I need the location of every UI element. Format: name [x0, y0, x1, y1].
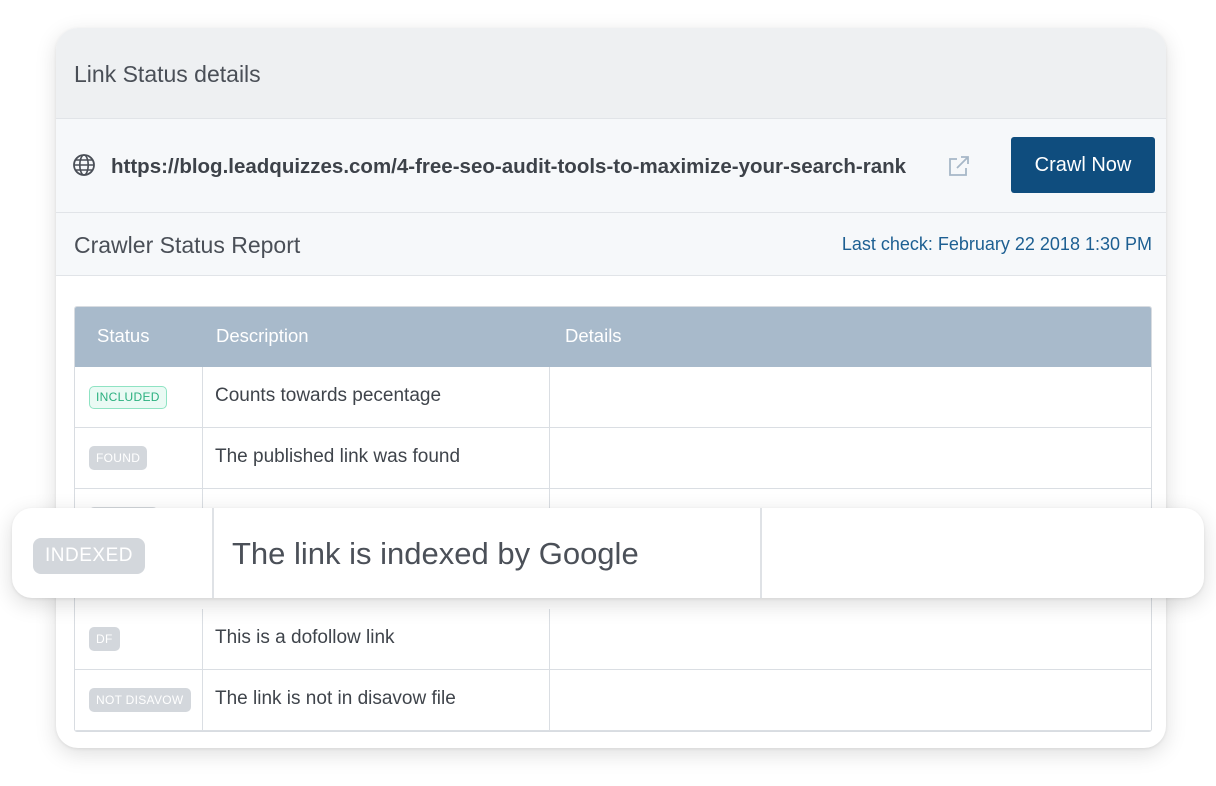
highlighted-row-indexed: INDEXED The link is indexed by Google: [12, 508, 1204, 598]
table-row: DF This is a dofollow link: [75, 609, 1151, 670]
globe-icon: [73, 154, 95, 176]
status-badge: DF: [89, 627, 120, 651]
table-row: FOUND The published link was found: [75, 428, 1151, 489]
row-description: The link is not in disavow file: [215, 688, 456, 709]
table-row: INCLUDED Counts towards pecentage: [75, 367, 1151, 428]
panel-header: Link Status details: [56, 28, 1166, 119]
link-url[interactable]: https://blog.leadquizzes.com/4-free-seo-…: [111, 155, 906, 179]
table-header: Status Description Details: [75, 307, 1151, 367]
table-row: NOT DISAVOW The link is not in disavow f…: [75, 670, 1151, 731]
status-badge: INCLUDED: [89, 386, 167, 409]
header-description: Description: [216, 325, 309, 346]
header-details: Details: [565, 325, 622, 346]
crawl-now-button[interactable]: Crawl Now: [1011, 137, 1155, 193]
row-description: Counts towards pecentage: [215, 385, 442, 406]
row-description: This is a dofollow link: [215, 627, 395, 648]
report-header: Crawler Status Report Last check: Februa…: [56, 213, 1166, 276]
row-description: The link is indexed by Google: [232, 536, 639, 571]
url-row: https://blog.leadquizzes.com/4-free-seo-…: [56, 119, 1166, 213]
status-badge: INDEXED: [33, 538, 145, 574]
report-title: Crawler Status Report: [74, 232, 301, 258]
panel-title: Link Status details: [74, 61, 261, 87]
header-status: Status: [97, 325, 150, 346]
external-link-icon[interactable]: [946, 153, 972, 179]
last-check-timestamp: Last check: February 22 2018 1:30 PM: [841, 234, 1152, 254]
link-status-panel: Link Status details https://blog.leadqui…: [56, 28, 1166, 748]
status-badge: NOT DISAVOW: [89, 688, 191, 712]
row-description: The published link was found: [215, 446, 461, 467]
status-badge: FOUND: [89, 446, 148, 470]
